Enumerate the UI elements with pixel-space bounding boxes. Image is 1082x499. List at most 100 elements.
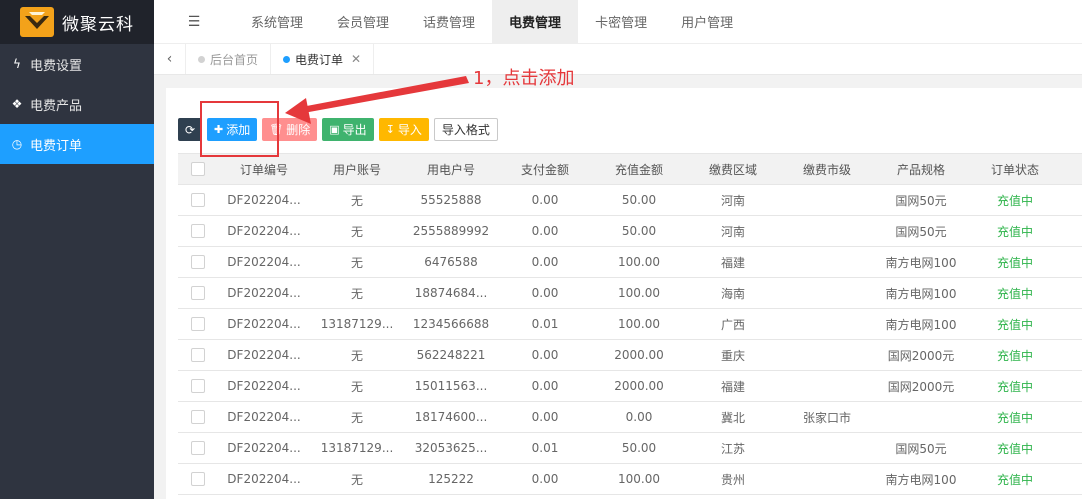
row-checkbox[interactable] xyxy=(178,317,218,331)
import-button[interactable]: ↧ 导入 xyxy=(378,118,429,141)
table-row[interactable]: DF202204... 无 18874684... 0.00 100.00 海南 南方电网1… xyxy=(178,278,1082,309)
column-header[interactable]: 充值金额 xyxy=(592,161,686,178)
tab-label: 电费订单 xyxy=(295,52,344,67)
topnav-item-electricity[interactable]: 电费管理 xyxy=(492,0,579,44)
table-cell: 32053625... xyxy=(414,441,488,455)
column-header[interactable]: 缴费市级 xyxy=(780,161,874,178)
table-cell: 无 xyxy=(350,410,363,425)
row-checkbox[interactable] xyxy=(178,441,218,455)
sidebar-item-electricity-orders[interactable]: ◷ 电费订单 xyxy=(0,124,154,164)
table-cell: 1234566688 xyxy=(412,317,490,331)
status-badge: 充值中 xyxy=(996,379,1033,394)
sidebar-item-electricity-products[interactable]: ❖ 电费产品 xyxy=(0,84,154,124)
table-row[interactable]: DF202204... 无 6476588 0.00 100.00 福建 南方电网100 充值… xyxy=(178,247,1082,278)
table-cell: 0.00 xyxy=(531,379,559,393)
table-cell: DF202204... xyxy=(227,472,301,486)
app-name: 微聚云科 xyxy=(62,14,134,35)
table-cell: 55525888 xyxy=(420,193,482,207)
menu-toggle-icon[interactable]: ☰ xyxy=(154,14,234,30)
column-header[interactable]: 用户账号 xyxy=(310,161,404,178)
table-cell: 海南 xyxy=(720,286,745,301)
table-cell: 张家口市 xyxy=(802,410,851,425)
table-cell: 100.00 xyxy=(618,255,660,269)
table-cell: 无 xyxy=(350,286,363,301)
main-content: ⟳ ✚ 添加 🗑 删除 ▣ 导出 ↧ 导入 导入格式 订单编号 用户账号 用电户… xyxy=(166,88,1082,499)
status-badge: 充值中 xyxy=(996,286,1033,301)
table-row[interactable]: DF202204... 无 15011563... 0.00 2000.00 福建 国网20… xyxy=(178,371,1082,402)
logo[interactable]: 微聚云科 xyxy=(0,0,154,44)
table-cell: 南方电网100 xyxy=(885,317,957,332)
table-row[interactable]: DF202204... 无 18174600... 0.00 0.00 冀北 张家口市 充值中 xyxy=(178,402,1082,433)
row-checkbox[interactable] xyxy=(178,472,218,486)
status-badge: 充值中 xyxy=(996,410,1033,425)
row-checkbox[interactable] xyxy=(178,224,218,238)
table-cell: DF202204... xyxy=(227,317,301,331)
tab-label: 后台首页 xyxy=(210,52,259,67)
table-cell: 福建 xyxy=(720,255,745,270)
table-cell: 无 xyxy=(350,224,363,239)
annotation-text: 1，点击添加 xyxy=(473,68,575,89)
table-cell: DF202204... xyxy=(227,348,301,362)
row-checkbox[interactable] xyxy=(178,286,218,300)
table-cell: 0.00 xyxy=(531,193,559,207)
table-row[interactable]: DF202204... 无 125222 0.00 100.00 贵州 南方电网100 充值中 xyxy=(178,464,1082,495)
topnav-item-phone-fee[interactable]: 话费管理 xyxy=(406,0,492,44)
select-all-checkbox[interactable] xyxy=(178,162,218,176)
column-header[interactable]: 产品规格 xyxy=(874,161,968,178)
row-checkbox[interactable] xyxy=(178,348,218,362)
tab-electricity-orders[interactable]: 电费订单 ✕ xyxy=(271,44,375,74)
refresh-button[interactable]: ⟳ xyxy=(178,118,202,141)
column-header[interactable]: 缴费区域 xyxy=(686,161,780,178)
table-cell: DF202204... xyxy=(227,255,301,269)
clock-icon: ◷ xyxy=(11,137,23,151)
table-row[interactable]: DF202204... 无 55525888 0.00 50.00 河南 国网50元 充值中 xyxy=(178,185,1082,216)
table-row[interactable]: DF202204... 13187129... 32053625... 0.01 50.… xyxy=(178,433,1082,464)
column-header[interactable]: 支付金额 xyxy=(498,161,592,178)
table-cell: 2000.00 xyxy=(614,379,664,393)
column-header[interactable]: 订单编号 xyxy=(218,161,310,178)
row-checkbox[interactable] xyxy=(178,379,218,393)
table-cell: 100.00 xyxy=(618,317,660,331)
tab-bar: ‹ 后台首页 电费订单 ✕ xyxy=(154,44,1082,75)
import-format-button[interactable]: 导入格式 xyxy=(433,118,498,141)
sidebar-item-electricity-settings[interactable]: ϟ 电费设置 xyxy=(0,44,154,84)
annotation-highlight-box xyxy=(200,101,279,157)
close-icon[interactable]: ✕ xyxy=(351,52,361,66)
row-checkbox[interactable] xyxy=(178,410,218,424)
table-row[interactable]: DF202204... 13187129... 1234566688 0.01 100.… xyxy=(178,309,1082,340)
table-cell: 50.00 xyxy=(621,441,657,455)
table-cell: 南方电网100 xyxy=(885,286,957,301)
import-format-button-label: 导入格式 xyxy=(441,123,490,137)
delete-button-label: 删除 xyxy=(286,123,311,137)
topnav-item-members[interactable]: 会员管理 xyxy=(320,0,406,44)
table-cell: 国网50元 xyxy=(895,193,947,208)
table-cell: 18174600... xyxy=(414,410,488,424)
topnav-item-system[interactable]: 系统管理 xyxy=(234,0,320,44)
column-header[interactable]: 用电户号 xyxy=(404,161,498,178)
table-cell: 0.00 xyxy=(531,224,559,238)
sidebar-item-label: 电费订单 xyxy=(30,138,83,154)
topnav-item-users[interactable]: 用户管理 xyxy=(664,0,750,44)
tab-dot-icon xyxy=(198,55,205,63)
table-cell: 河南 xyxy=(720,224,745,239)
tab-home[interactable]: 后台首页 xyxy=(186,44,272,74)
row-checkbox[interactable] xyxy=(178,193,218,207)
table-cell: 无 xyxy=(350,379,363,394)
table-cell: 100.00 xyxy=(618,286,660,300)
tab-scroll-left-icon[interactable]: ‹ xyxy=(154,44,186,74)
table-cell: 15011563... xyxy=(414,379,488,393)
table-cell: 无 xyxy=(350,348,363,363)
table-cell: 0.00 xyxy=(531,255,559,269)
column-header[interactable]: 订单状态 xyxy=(968,161,1062,178)
table-row[interactable]: DF202204... 无 562248221 0.00 2000.00 重庆 国网2000… xyxy=(178,340,1082,371)
table-cell: 福建 xyxy=(720,379,745,394)
export-button[interactable]: ▣ 导出 xyxy=(322,118,374,141)
table-cell: 国网2000元 xyxy=(887,379,955,394)
table-row[interactable]: DF202204... 无 2555889992 0.00 50.00 河南 国网50元 充值… xyxy=(178,216,1082,247)
table-cell: DF202204... xyxy=(227,441,301,455)
status-badge: 充值中 xyxy=(996,348,1033,363)
orders-table: 订单编号 用户账号 用电户号 支付金额 充值金额 缴费区域 缴费市级 产品规格 … xyxy=(178,153,1082,495)
bolt-icon: ϟ xyxy=(13,57,21,71)
topnav-item-card[interactable]: 卡密管理 xyxy=(578,0,664,44)
row-checkbox[interactable] xyxy=(178,255,218,269)
